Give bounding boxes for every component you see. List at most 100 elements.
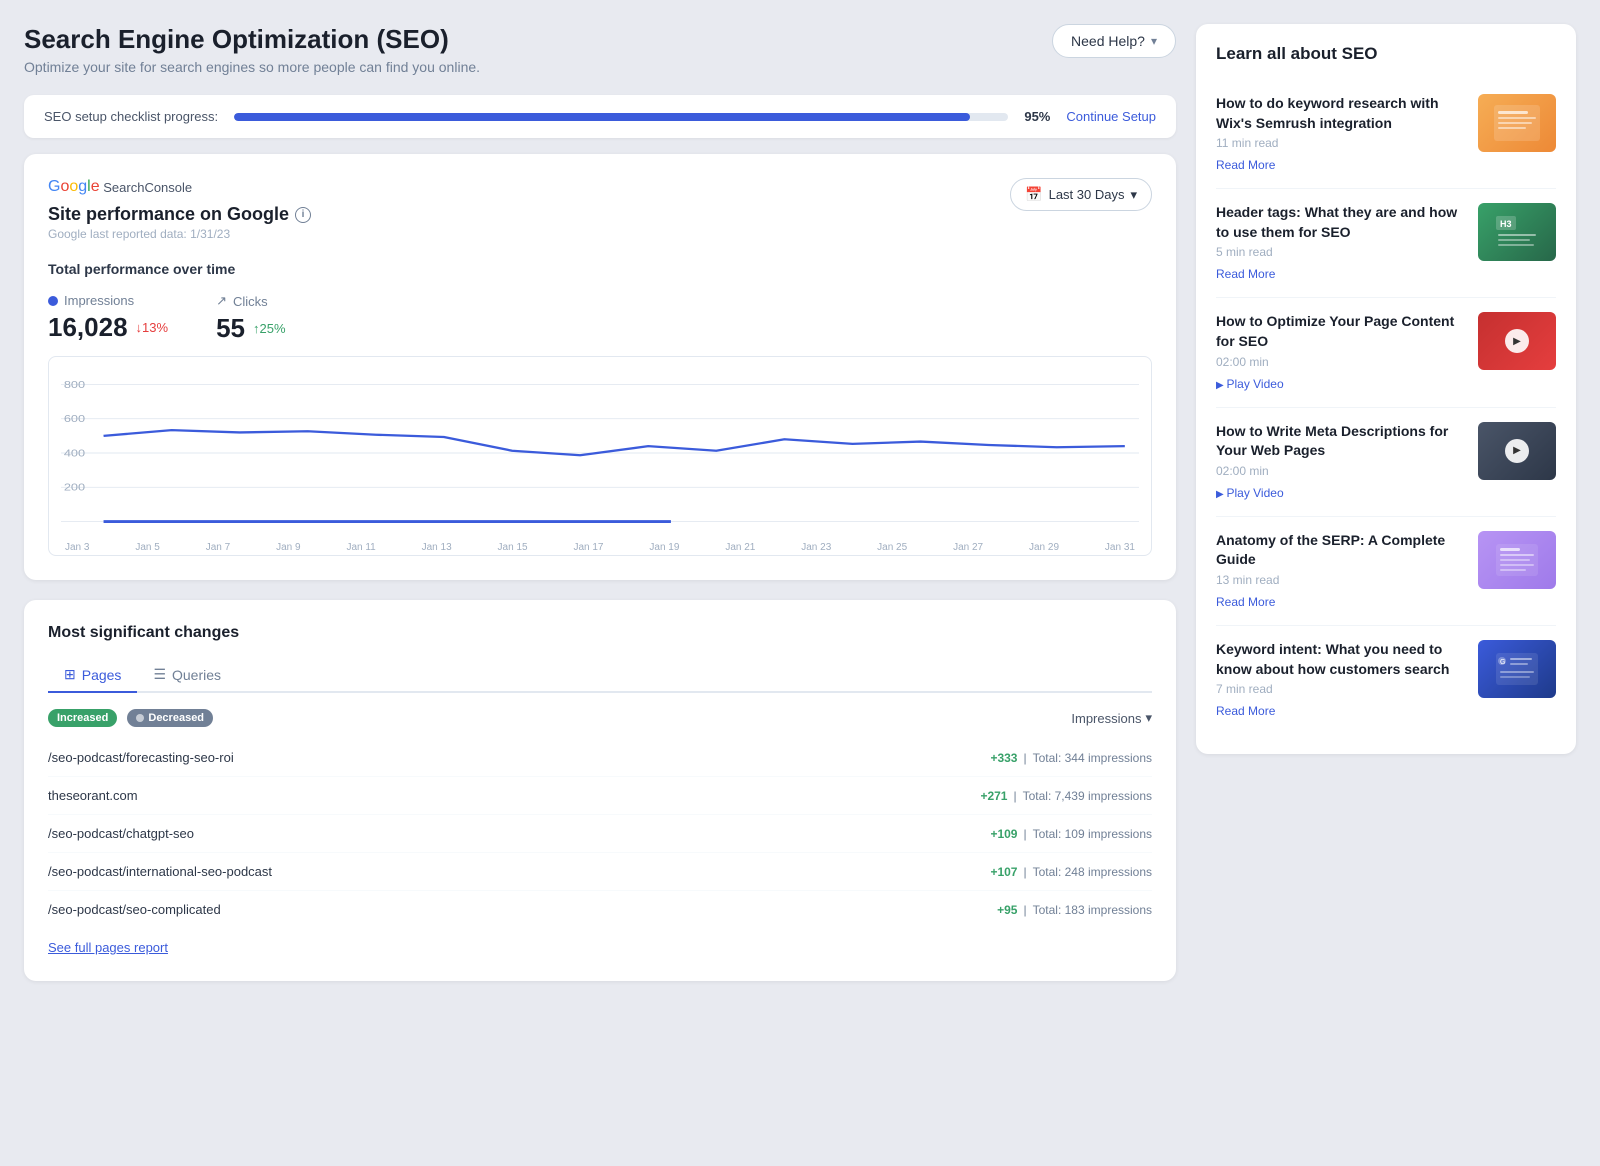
svg-text:600: 600	[64, 414, 85, 425]
row-url: /seo-podcast/chatgpt-seo	[48, 826, 194, 841]
calendar-icon: 📅	[1025, 186, 1042, 203]
impressions-value: 16,028	[48, 312, 128, 343]
sidebar: Learn all about SEO How to do keyword re…	[1196, 24, 1576, 981]
learn-text: Anatomy of the SERP: A Complete Guide 13…	[1216, 531, 1464, 611]
svg-text:800: 800	[64, 380, 85, 391]
learn-item-title: How to do keyword research with Wix's Se…	[1216, 94, 1464, 133]
date-filter-button[interactable]: 📅 Last 30 Days ▾	[1010, 178, 1152, 211]
list-item: How to do keyword research with Wix's Se…	[1216, 80, 1556, 189]
metrics-row: Impressions 16,028 13% ↗ Clicks	[48, 293, 1152, 344]
help-button-label: Need Help?	[1071, 33, 1145, 49]
tabs-row: ⊞ Pages ☰ Queries	[48, 658, 1152, 693]
info-icon[interactable]: i	[295, 207, 311, 223]
play-video-link[interactable]: Play Video	[1216, 377, 1284, 391]
separator: |	[1023, 865, 1026, 879]
setup-progress-bar: SEO setup checklist progress: 95% Contin…	[24, 95, 1176, 138]
play-video-link[interactable]: Play Video	[1216, 486, 1284, 500]
table-row: /seo-podcast/seo-complicated +95 | Total…	[48, 891, 1152, 928]
chart-xaxis: Jan 3Jan 5Jan 7Jan 9 Jan 11Jan 13Jan 15J…	[61, 538, 1139, 553]
pages-icon: ⊞	[64, 666, 76, 683]
gsc-title: Site performance on Google i	[48, 204, 311, 225]
row-stats: +109 | Total: 109 impressions	[990, 827, 1152, 841]
separator: |	[1023, 903, 1026, 917]
learn-seo-card: Learn all about SEO How to do keyword re…	[1196, 24, 1576, 754]
filter-row: Increased Decreased Impressions ▾	[48, 709, 1152, 727]
table-row: /seo-podcast/international-seo-podcast +…	[48, 853, 1152, 891]
list-item: Keyword intent: What you need to know ab…	[1216, 626, 1556, 734]
play-overlay: ▶	[1505, 439, 1529, 463]
separator: |	[1023, 751, 1026, 765]
decreased-badge[interactable]: Decreased	[127, 709, 213, 727]
learn-thumb: ▶	[1478, 312, 1556, 370]
read-more-link[interactable]: Read More	[1216, 158, 1275, 172]
chevron-down-icon: ▾	[1151, 34, 1157, 48]
table-row: /seo-podcast/forecasting-seo-roi +333 | …	[48, 739, 1152, 777]
row-url: /seo-podcast/international-seo-podcast	[48, 864, 272, 879]
progress-fill	[234, 113, 969, 121]
list-item: How to Optimize Your Page Content for SE…	[1216, 298, 1556, 407]
continue-setup-link[interactable]: Continue Setup	[1066, 109, 1156, 124]
changes-card: Most significant changes ⊞ Pages ☰ Queri…	[24, 600, 1176, 981]
list-item: Header tags: What they are and how to us…	[1216, 189, 1556, 298]
impressions-chevron: ▾	[1145, 710, 1152, 726]
row-total: Total: 183 impressions	[1033, 903, 1152, 917]
row-total: Total: 248 impressions	[1033, 865, 1152, 879]
row-total: Total: 344 impressions	[1033, 751, 1152, 765]
pages-table: /seo-podcast/forecasting-seo-roi +333 | …	[48, 739, 1152, 928]
learn-thumb: G	[1478, 640, 1556, 698]
separator: |	[1013, 789, 1016, 803]
learn-item-title: How to Optimize Your Page Content for SE…	[1216, 312, 1464, 351]
clicks-label: Clicks	[233, 294, 268, 309]
row-url: theseorant.com	[48, 788, 138, 803]
changes-title: Most significant changes	[48, 624, 1152, 642]
impressions-filter[interactable]: Impressions ▾	[1071, 710, 1152, 726]
learn-thumb: ▶	[1478, 422, 1556, 480]
row-stats: +271 | Total: 7,439 impressions	[980, 789, 1152, 803]
impressions-metric: Impressions 16,028 13%	[48, 293, 168, 344]
learn-thumb: H3	[1478, 203, 1556, 261]
increased-badge[interactable]: Increased	[48, 709, 117, 727]
performance-title: Total performance over time	[48, 261, 1152, 277]
gsc-logo: Google SearchConsole	[48, 178, 311, 196]
progress-percent: 95%	[1024, 109, 1050, 124]
learn-thumb	[1478, 531, 1556, 589]
table-row: theseorant.com +271 | Total: 7,439 impre…	[48, 777, 1152, 815]
see-full-report-link[interactable]: See full pages report	[48, 940, 168, 955]
clicks-value: 55	[216, 313, 245, 344]
badge-group: Increased Decreased	[48, 709, 213, 727]
learn-item-title: How to Write Meta Descriptions for Your …	[1216, 422, 1464, 461]
row-total: Total: 109 impressions	[1033, 827, 1152, 841]
impressions-label: Impressions	[64, 293, 134, 308]
row-change: +109	[990, 827, 1017, 841]
read-more-link[interactable]: Read More	[1216, 267, 1275, 281]
learn-item-meta: 02:00 min	[1216, 355, 1464, 369]
clicks-cursor-icon: ↗	[216, 293, 227, 309]
learn-text: Header tags: What they are and how to us…	[1216, 203, 1464, 283]
read-more-link[interactable]: Read More	[1216, 595, 1275, 609]
learn-item-meta: 11 min read	[1216, 136, 1464, 150]
row-url: /seo-podcast/forecasting-seo-roi	[48, 750, 234, 765]
page-subtitle: Optimize your site for search engines so…	[24, 59, 480, 75]
learn-thumb	[1478, 94, 1556, 152]
separator: |	[1023, 827, 1026, 841]
tab-queries[interactable]: ☰ Queries	[137, 658, 237, 693]
row-change: +107	[990, 865, 1017, 879]
svg-text:200: 200	[64, 483, 85, 494]
page-title: Search Engine Optimization (SEO)	[24, 24, 480, 55]
tab-pages[interactable]: ⊞ Pages	[48, 658, 137, 693]
impressions-dot	[48, 296, 58, 306]
learn-item-meta: 02:00 min	[1216, 464, 1464, 478]
learn-text: How to Write Meta Descriptions for Your …	[1216, 422, 1464, 502]
clicks-metric: ↗ Clicks 55 25%	[216, 293, 285, 344]
read-more-link[interactable]: Read More	[1216, 704, 1275, 718]
help-button[interactable]: Need Help? ▾	[1052, 24, 1176, 58]
gsc-date: Google last reported data: 1/31/23	[48, 227, 311, 241]
learn-text: How to Optimize Your Page Content for SE…	[1216, 312, 1464, 392]
learn-item-title: Header tags: What they are and how to us…	[1216, 203, 1464, 242]
search-console-text: SearchConsole	[100, 180, 193, 195]
learn-item-title: Keyword intent: What you need to know ab…	[1216, 640, 1464, 679]
learn-item-title: Anatomy of the SERP: A Complete Guide	[1216, 531, 1464, 570]
performance-section: Total performance over time Impressions …	[48, 261, 1152, 556]
list-item: Anatomy of the SERP: A Complete Guide 13…	[1216, 517, 1556, 626]
gsc-card: Google SearchConsole Site performance on…	[24, 154, 1176, 580]
